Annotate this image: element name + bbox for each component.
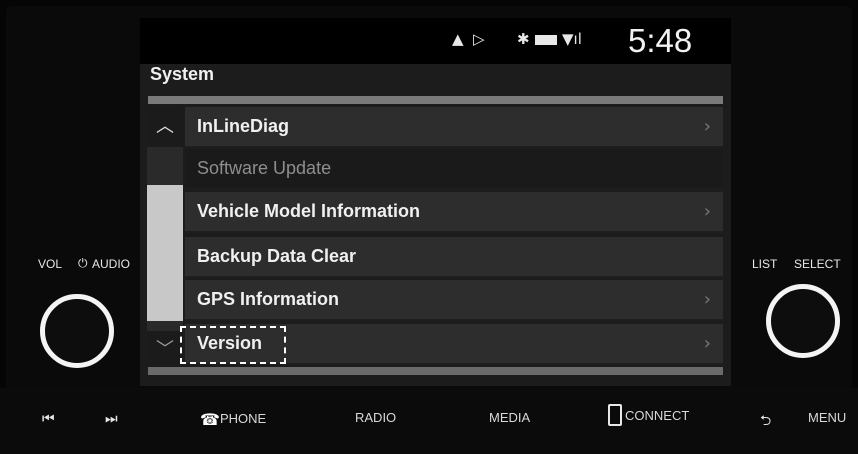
status-bar: ▲ ▷ ✱ ▼ıl 5:48 — [140, 18, 731, 64]
scroll-thumb[interactable] — [147, 185, 183, 321]
menu-item-label: Vehicle Model Information — [197, 201, 421, 221]
chevron-right-icon: › — [703, 201, 711, 222]
display-screen: ▲ ▷ ✱ ▼ıl 5:48 System ︿ ﹀ InLineDiag › S… — [140, 18, 731, 386]
media-button[interactable]: MEDIA — [489, 410, 530, 425]
signal-icon: ▼ıl — [562, 30, 582, 48]
audio-power-icon: ⏻ — [78, 256, 88, 270]
menu-item-vehicle-model-information[interactable]: Vehicle Model Information › — [185, 192, 723, 233]
menu-item-label: Version — [197, 333, 263, 353]
phone-button[interactable]: ☎PHONE — [200, 410, 267, 429]
scroll-up-chevron-icon[interactable]: ︿ — [147, 107, 183, 147]
menu-item-label: GPS Information — [197, 289, 340, 309]
chevron-right-icon: › — [703, 333, 711, 354]
previous-track-icon[interactable]: ⏮ — [42, 410, 55, 427]
connect-label: CONNECT — [625, 408, 690, 423]
chevron-right-icon: › — [703, 289, 711, 310]
menu-item-gps-information[interactable]: GPS Information › — [185, 280, 723, 321]
menu-item-inlinediag[interactable]: InLineDiag › — [185, 107, 723, 148]
bluetooth-icon: ✱ — [517, 30, 530, 48]
menu-item-software-update: Software Update — [185, 149, 723, 190]
scrollbar[interactable]: ︿ ﹀ — [147, 107, 183, 369]
volume-knob[interactable] — [40, 294, 114, 368]
play-icon: ▷ — [473, 30, 485, 48]
next-track-icon[interactable]: ⏭ — [105, 410, 118, 427]
smartphone-icon — [608, 404, 622, 426]
battery-icon — [535, 35, 557, 45]
list-bottom-divider — [148, 367, 723, 375]
audio-label: AUDIO — [92, 257, 131, 271]
menu-item-backup-data-clear[interactable]: Backup Data Clear — [185, 237, 723, 278]
menu-button[interactable]: MENU — [808, 410, 846, 425]
clock: 5:48 — [628, 22, 693, 59]
back-icon[interactable]: ⮌ — [760, 410, 771, 434]
list-top-divider — [148, 96, 723, 104]
select-knob[interactable] — [766, 284, 840, 358]
select-label: SELECT — [794, 257, 841, 271]
menu-item-label: InLineDiag — [197, 116, 290, 136]
phone-icon: ☎ — [200, 412, 220, 429]
chevron-right-icon: › — [703, 116, 711, 137]
page-title: System — [150, 64, 215, 84]
radio-button[interactable]: RADIO — [355, 410, 396, 425]
hard-button-bar: ⏮ ⏭ ☎PHONE RADIO MEDIA CONNECT ⮌ MENU — [0, 388, 858, 454]
navigation-icon: ▲ — [452, 30, 464, 48]
vol-label: VOL — [38, 257, 63, 271]
list-label: LIST — [752, 257, 778, 271]
connect-button[interactable]: CONNECT — [608, 404, 689, 426]
scroll-down-chevron-icon[interactable]: ﹀ — [147, 331, 183, 369]
phone-label: PHONE — [220, 411, 267, 426]
menu-item-label: Backup Data Clear — [197, 246, 357, 266]
menu-item-version[interactable]: Version › — [180, 324, 723, 365]
menu-item-label: Software Update — [197, 158, 332, 178]
